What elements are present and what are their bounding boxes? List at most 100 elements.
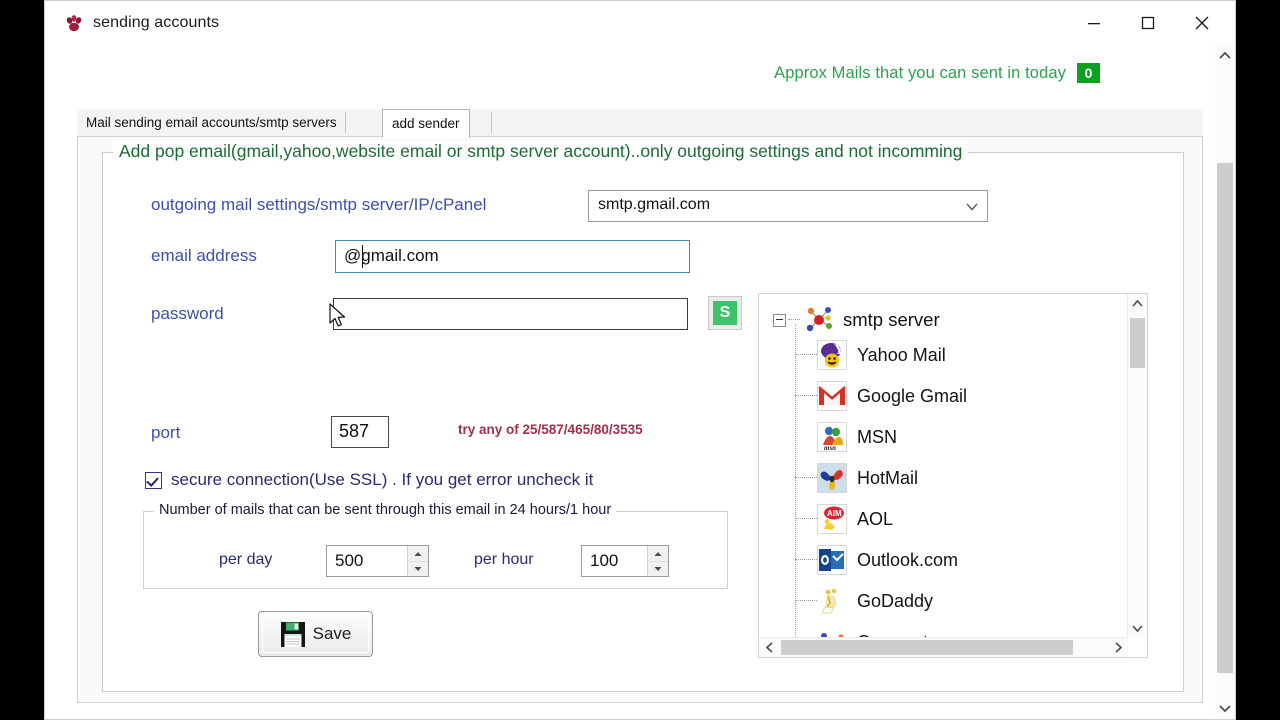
tab-add-sender[interactable]: add sender: [382, 109, 470, 138]
text-caret: [362, 245, 363, 268]
tab-mail-sending-accounts[interactable]: Mail sending email accounts/smtp servers: [77, 109, 346, 136]
minimize-icon: [1088, 23, 1100, 25]
chevron-down-icon: [1219, 705, 1231, 713]
approx-mails-badge: 0: [1077, 63, 1100, 83]
tree-connector: [788, 319, 800, 321]
show-password-label: S: [713, 301, 737, 325]
tree-item-label: Google Gmail: [857, 385, 968, 406]
per-day-increment-button[interactable]: [408, 546, 428, 562]
per-hour-value: 100: [590, 551, 619, 570]
tree-item-aol[interactable]: AIM AOL: [795, 504, 893, 534]
chevron-down-icon: [1132, 625, 1143, 633]
password-input[interactable]: [333, 298, 688, 330]
tree-connector: [795, 559, 817, 561]
tree-vertical-scrollbar[interactable]: [1127, 294, 1147, 638]
tab-separator: [491, 112, 492, 133]
tree-item-label: AOL: [857, 508, 894, 529]
mail-limits-title: Number of mails that can be sent through…: [154, 502, 617, 518]
floppy-disk-icon: [280, 621, 305, 647]
chevron-up-icon: [1219, 51, 1231, 59]
per-hour-spinner[interactable]: 100: [581, 545, 669, 577]
window-title: sending accounts: [93, 14, 220, 31]
paw-icon: [66, 15, 82, 32]
scroll-up-button[interactable]: [1215, 45, 1235, 67]
title-bar: sending accounts: [45, 1, 1235, 46]
tree-item-label: GoDaddy: [857, 590, 934, 611]
close-button[interactable]: [1179, 1, 1225, 45]
tree-root-smtp-server[interactable]: smtp server: [773, 304, 940, 336]
network-nodes-icon: [806, 307, 832, 332]
ssl-checkbox-row[interactable]: secure connection(Use SSL) . If you get …: [145, 470, 593, 490]
tree-connector: [795, 600, 817, 602]
save-button-inner: Save: [262, 615, 369, 653]
window-vertical-scrollbar[interactable]: [1214, 45, 1235, 719]
ssl-checkbox[interactable]: [145, 471, 162, 489]
save-button[interactable]: Save: [258, 611, 373, 657]
port-label: port: [151, 423, 181, 442]
per-hour-decrement-button[interactable]: [648, 561, 668, 576]
maximize-button[interactable]: [1125, 1, 1171, 45]
approx-mails-status: Approx Mails that you can sent in today …: [774, 63, 1100, 83]
tree-hscrollbar-thumb[interactable]: [781, 640, 1073, 655]
tree-item-yahoo-mail[interactable]: Y! Yahoo Mail: [795, 340, 946, 370]
screen: sending accounts Approx Mails that you c…: [0, 0, 1280, 720]
triangle-down-icon: [654, 566, 662, 571]
outgoing-server-value: smtp.gmail.com: [598, 196, 711, 213]
aol-icon: AIM: [817, 504, 847, 534]
tree-connector: [795, 395, 817, 397]
tree-scroll-right-button[interactable]: [1108, 638, 1128, 657]
tree-item-outlook[interactable]: Outlook.com: [795, 545, 958, 575]
per-day-spinner-buttons[interactable]: [407, 546, 428, 576]
tree-item-msn[interactable]: msn MSN: [795, 422, 897, 452]
minimize-button[interactable]: [1071, 1, 1117, 45]
chevron-down-icon: [966, 203, 978, 211]
tree-horizontal-scrollbar[interactable]: [759, 637, 1128, 657]
port-input[interactable]: 587: [331, 416, 389, 448]
chevron-up-icon: [1132, 299, 1143, 307]
tree-item-hotmail[interactable]: HotMail: [795, 463, 918, 493]
tree-scroll-up-button[interactable]: [1128, 294, 1147, 313]
tree-connector: [795, 518, 817, 520]
tree-item-godaddy[interactable]: GoDaddy: [795, 586, 933, 616]
ssl-checkbox-label: secure connection(Use SSL) . If you get …: [171, 470, 594, 489]
tab-page-add-sender: Add pop email(gmail,yahoo,website email …: [77, 136, 1203, 703]
approx-mails-label: Approx Mails that you can sent in today: [774, 63, 1066, 82]
per-day-label: per day: [219, 551, 273, 568]
tree-item-label: Outlook.com: [857, 549, 959, 570]
scroll-down-button[interactable]: [1215, 697, 1235, 719]
triangle-up-icon: [414, 551, 422, 556]
password-label: password: [151, 304, 224, 323]
per-hour-spinner-buttons[interactable]: [647, 546, 668, 576]
smtp-server-tree[interactable]: smtp server Y!: [758, 293, 1148, 658]
tree-scroll-down-button[interactable]: [1128, 619, 1147, 638]
per-day-decrement-button[interactable]: [408, 561, 428, 576]
hotmail-icon: [817, 463, 847, 493]
yahoo-mail-icon: Y!: [817, 340, 847, 370]
per-hour-increment-button[interactable]: [648, 546, 668, 562]
email-address-input[interactable]: @gmail.com: [335, 240, 690, 273]
show-password-button[interactable]: S: [708, 296, 742, 330]
tree-scroll-left-button[interactable]: [759, 638, 779, 657]
gmail-icon: [817, 381, 847, 411]
triangle-down-icon: [414, 566, 422, 571]
tree-item-label: MSN: [857, 426, 897, 447]
tree-item-label: Yahoo Mail: [857, 344, 946, 365]
per-day-spinner[interactable]: 500: [326, 545, 429, 577]
tree-scrollbar-thumb[interactable]: [1130, 318, 1145, 368]
per-hour-label: per hour: [474, 551, 534, 568]
window-scrollbar-thumb[interactable]: [1217, 163, 1233, 673]
tree-connector: [795, 354, 817, 356]
tree-collapse-toggle[interactable]: [773, 313, 786, 327]
add-account-groupbox: Add pop email(gmail,yahoo,website email …: [102, 141, 1184, 692]
tree-connector: [795, 477, 817, 479]
mail-limits-groupbox: Number of mails that can be sent through…: [143, 502, 728, 589]
chevron-left-icon: [765, 642, 773, 653]
per-day-value: 500: [335, 551, 364, 570]
port-value: 587: [339, 421, 370, 441]
tree-root-label: smtp server: [843, 309, 940, 330]
chevron-right-icon: [1114, 642, 1122, 653]
tree-item-google-gmail[interactable]: Google Gmail: [795, 381, 967, 411]
application-window: sending accounts Approx Mails that you c…: [44, 0, 1236, 720]
email-address-value: @gmail.com: [344, 246, 439, 265]
outgoing-server-combobox[interactable]: smtp.gmail.com: [588, 190, 988, 222]
